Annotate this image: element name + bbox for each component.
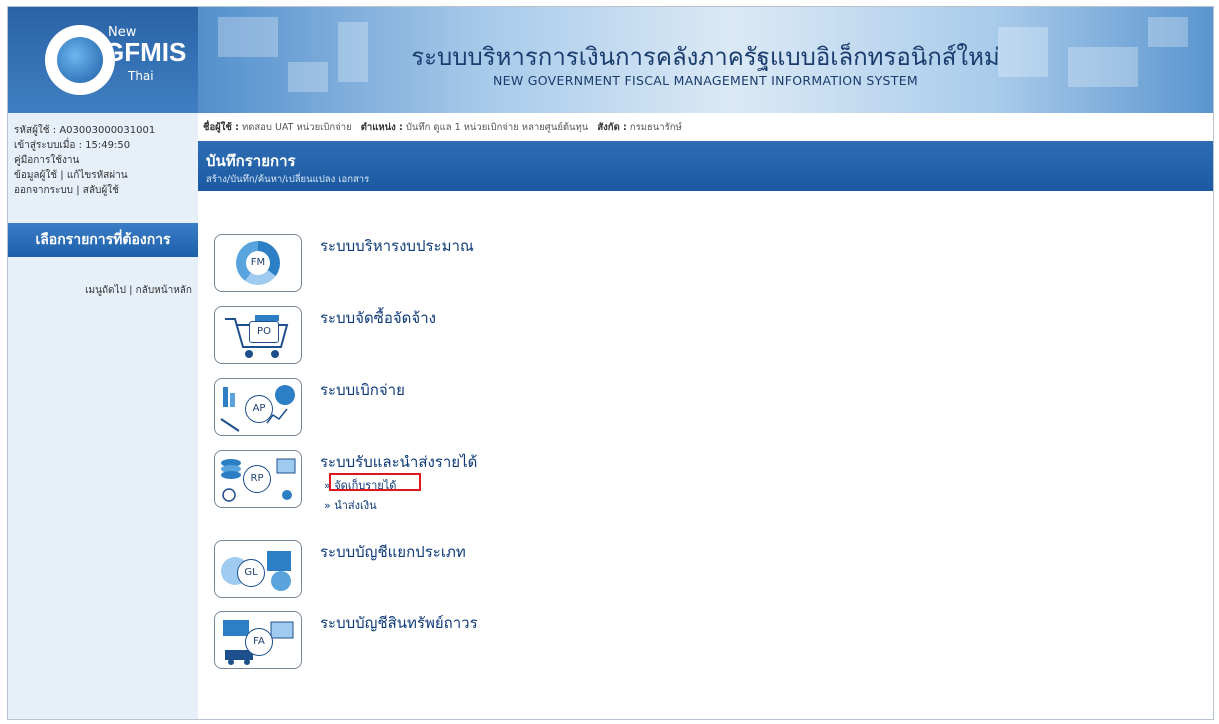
menu-nav-links[interactable]: เมนูถัดไป | กลับหน้าหลัก <box>8 283 192 298</box>
module-gl-label[interactable]: ระบบบัญชีแยกประเภท <box>320 540 466 564</box>
user-breadcrumb: ชื่อผู้ใช้ : ทดสอบ UAT หน่วยเบิกจ่าย ตำแ… <box>203 120 682 135</box>
page-title-bar: บันทึกรายการ สร้าง/บันทึก/ค้นหา/เปลี่ยนแ… <box>198 141 1213 191</box>
dept-label: สังกัด : <box>597 122 627 133</box>
profile-link[interactable]: ข้อมูลผู้ใช้ <box>14 170 57 181</box>
switch-user-link[interactable]: สลับผู้ใช้ <box>83 185 119 196</box>
sidebar: รหัสผู้ใช้ : A03003000031001 เข้าสู่ระบบ… <box>8 113 198 719</box>
module-fm-label[interactable]: ระบบบริหารงบประมาณ <box>320 234 474 258</box>
user-value: ทดสอบ UAT หน่วยเบิกจ่าย <box>241 122 352 133</box>
position-label: ตำแหน่ง : <box>360 122 403 133</box>
ap-chart-icon[interactable]: AP <box>214 378 302 436</box>
module-ap-label[interactable]: ระบบเบิกจ่าย <box>320 378 405 402</box>
gl-icon[interactable]: GL <box>214 540 302 598</box>
module-po-label[interactable]: ระบบจัดซื้อจัดจ้าง <box>320 306 436 330</box>
rp-link-remit-money[interactable]: » นำส่งเงิน <box>324 496 377 514</box>
app-window: New GFMIS Thai ระบบบริหารการเงินการคลังภ… <box>7 6 1214 720</box>
system-title-en: NEW GOVERNMENT FISCAL MANAGEMENT INFORMA… <box>492 73 918 88</box>
dept-value: กรมธนารักษ์ <box>629 122 682 133</box>
rp-coins-icon[interactable]: RP <box>214 450 302 508</box>
highlight-box <box>329 473 421 491</box>
position-value: บันทึก ดูแล 1 หน่วยเบิกจ่าย หลายศูนย์ต้น… <box>405 122 589 133</box>
page-title: บันทึกรายการ <box>206 152 296 170</box>
change-password-link[interactable]: แก้ไขรหัสผ่าน <box>67 170 128 181</box>
logout-link[interactable]: ออกจากระบบ <box>14 185 73 196</box>
header-banner: New GFMIS Thai ระบบบริหารการเงินการคลังภ… <box>8 7 1213 113</box>
menu-title: เลือกรายการที่ต้องการ <box>8 223 198 257</box>
user-label: ชื่อผู้ใช้ : <box>203 122 239 133</box>
user-info: รหัสผู้ใช้ : A03003000031001 เข้าสู่ระบบ… <box>8 113 198 198</box>
module-fa-label[interactable]: ระบบบัญชีสินทรัพย์ถาวร <box>320 611 478 635</box>
system-title-th: ระบบบริหารการเงินการคลังภาครัฐแบบอิเล็กท… <box>411 43 1000 71</box>
fm-icon[interactable]: FM <box>214 234 302 292</box>
user-code: รหัสผู้ใช้ : A03003000031001 <box>14 125 156 136</box>
login-time: เข้าสู่ระบบเมื่อ : 15:49:50 <box>14 140 131 151</box>
fa-icon[interactable]: FA <box>214 611 302 669</box>
module-rp-label[interactable]: ระบบรับและนำส่งรายได้ <box>320 450 477 474</box>
page-subtitle: สร้าง/บันทึก/ค้นหา/เปลี่ยนแปลง เอกสาร <box>206 174 370 185</box>
manual-link[interactable]: คู่มือการใช้งาน <box>14 153 198 168</box>
po-cart-icon[interactable]: PO <box>214 306 302 364</box>
